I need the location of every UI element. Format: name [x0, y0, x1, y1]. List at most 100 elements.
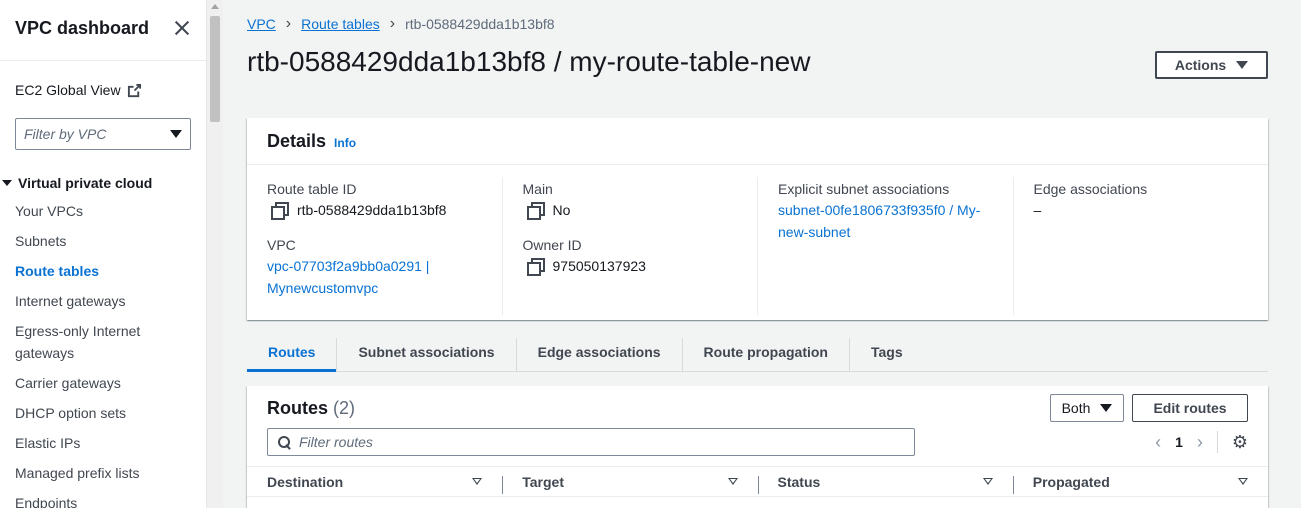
sidebar-divider — [0, 60, 206, 61]
column-header-target[interactable]: Target — [502, 473, 757, 494]
routes-actions: Both Edit routes — [1050, 394, 1248, 422]
column-header-label: Target — [522, 473, 564, 490]
column-header-label: Propagated — [1032, 473, 1110, 490]
details-col-3: Explicit subnet associations subnet-00fe… — [757, 177, 1013, 315]
details-col-1: Route table ID rtb-0588429dda1b13bf8 VPC… — [247, 177, 502, 315]
chevron-down-icon — [170, 130, 182, 138]
scroll-up-icon[interactable] — [211, 4, 219, 9]
routes-header: Routes (2) Both Edit routes — [247, 386, 1268, 422]
explicit-subnet-label: Explicit subnet associations — [778, 181, 950, 197]
details-col-2: Main No Owner ID 975050137923 — [501, 177, 758, 315]
sidebar-item-route-tables[interactable]: Route tables — [15, 260, 191, 282]
caret-down-icon — [2, 180, 12, 186]
pagination: ‹ 1 › ⚙ — [1155, 431, 1248, 453]
routes-count: (2) — [333, 397, 356, 418]
explicit-subnet-link[interactable]: subnet-00fe1806733f935f0 / My-new-subnet — [778, 202, 980, 240]
sort-icon[interactable] — [727, 478, 738, 485]
edge-label: Edge associations — [1033, 181, 1148, 197]
tab-tags[interactable]: Tags — [848, 338, 924, 371]
sidebar-item-subnets[interactable]: Subnets — [15, 230, 191, 252]
filter-routes-input[interactable]: Filter routes — [267, 428, 915, 456]
main-content: VPC › Route tables › rtb-0588429dda1b13b… — [223, 0, 1301, 508]
sidebar-item-endpoints[interactable]: Endpoints — [15, 492, 191, 508]
main-label: Main — [522, 181, 553, 197]
route-table-id-text: rtb-0588429dda1b13bf8 — [297, 202, 447, 218]
sidebar-item-elastic-ips[interactable]: Elastic IPs — [15, 432, 191, 454]
vpc-filter-select[interactable]: Filter by VPC — [15, 118, 191, 150]
copy-icon[interactable] — [271, 202, 289, 220]
vpc-filter-placeholder: Filter by VPC — [24, 126, 107, 142]
sidebar-item-your-vpcs[interactable]: Your VPCs — [15, 200, 191, 222]
copy-icon[interactable] — [526, 258, 545, 276]
caret-down-icon — [1236, 61, 1249, 69]
vpc-link[interactable]: vpc-07703f2a9bb0a0291 | Mynewcustomvpc — [267, 258, 429, 296]
routes-title-text: Routes — [267, 397, 329, 418]
explicit-subnet-field: Explicit subnet associations subnet-00fe… — [778, 179, 993, 243]
page-number[interactable]: 1 — [1175, 434, 1183, 450]
route-filter-select[interactable]: Both — [1050, 394, 1124, 422]
tab-subnet-associations[interactable]: Subnet associations — [336, 338, 515, 371]
breadcrumb-current: rtb-0588429dda1b13bf8 — [405, 16, 555, 32]
sidebar-item-internet-gateways[interactable]: Internet gateways — [15, 290, 191, 312]
sidebar-section-vpc[interactable]: Virtual private cloud — [0, 175, 206, 191]
routes-title: Routes (2) — [267, 398, 355, 419]
pager-divider — [1216, 431, 1218, 453]
sidebar-header: VPC dashboard — [0, 0, 206, 56]
main-text: No — [552, 202, 571, 218]
tab-route-propagation[interactable]: Route propagation — [681, 338, 849, 371]
route-table-id-label: Route table ID — [267, 181, 357, 197]
sort-icon[interactable] — [472, 478, 483, 485]
breadcrumb: VPC › Route tables › rtb-0588429dda1b13b… — [247, 15, 555, 33]
close-icon[interactable] — [173, 19, 191, 37]
actions-label: Actions — [1174, 57, 1227, 73]
scroll-thumb[interactable] — [210, 16, 220, 122]
sidebar-item-carrier-gateways[interactable]: Carrier gateways — [15, 372, 191, 394]
sidebar-item-egress-only-internet-gateways[interactable]: Egress-only Internet gateways — [15, 320, 191, 364]
route-table-id-value: rtb-0588429dda1b13bf8 — [267, 199, 482, 221]
main-field: Main No — [523, 179, 738, 221]
sidebar-item-dhcp-option-sets[interactable]: DHCP option sets — [15, 402, 191, 424]
search-icon — [278, 435, 291, 449]
details-panel: Details Info Route table ID rtb-0588429d… — [247, 118, 1268, 320]
chevron-right-icon: › — [285, 15, 292, 32]
ec2-global-view-label[interactable]: EC2 Global View — [15, 82, 121, 98]
route-filter-value: Both — [1061, 400, 1091, 416]
chevron-right-icon[interactable]: › — [1197, 432, 1203, 453]
details-grid: Route table ID rtb-0588429dda1b13bf8 VPC… — [247, 165, 1268, 315]
ec2-global-view-link[interactable]: EC2 Global View — [0, 82, 206, 98]
chevron-left-icon[interactable]: ‹ — [1155, 432, 1161, 453]
sidebar-item-managed-prefix-lists[interactable]: Managed prefix lists — [15, 462, 191, 484]
details-info-link[interactable]: Info — [334, 136, 356, 150]
column-header-destination[interactable]: Destination — [247, 474, 502, 490]
sort-icon[interactable] — [982, 478, 993, 485]
gear-icon[interactable]: ⚙ — [1232, 432, 1248, 453]
tab-edge-associations[interactable]: Edge associations — [515, 338, 682, 371]
tab-routes[interactable]: Routes — [247, 338, 337, 372]
chevron-right-icon: › — [389, 15, 396, 32]
caret-down-icon — [1100, 404, 1113, 412]
actions-button[interactable]: Actions — [1155, 51, 1268, 79]
details-header: Details Info — [247, 118, 1268, 165]
edit-routes-button[interactable]: Edit routes — [1132, 394, 1248, 422]
details-title: Details — [267, 130, 327, 151]
column-header-status[interactable]: Status — [757, 474, 1013, 494]
breadcrumb-vpc[interactable]: VPC — [247, 16, 276, 32]
routes-panel: Routes (2) Both Edit routes Filter route… — [247, 386, 1268, 508]
sidebar-title[interactable]: VPC dashboard — [15, 18, 149, 39]
column-header-propagated[interactable]: Propagated — [1012, 473, 1268, 494]
sidebar: VPC dashboard EC2 Global View Filter by … — [0, 0, 206, 508]
tab-bar: Routes Subnet associations Edge associatio… — [247, 338, 1268, 372]
filter-routes-placeholder: Filter routes — [299, 434, 373, 450]
breadcrumb-route-tables[interactable]: Route tables — [301, 16, 380, 32]
vpc-field: VPC vpc-07703f2a9bb0a0291 | Mynewcustomv… — [267, 235, 482, 299]
sidebar-scrollbar[interactable] — [206, 0, 223, 508]
edge-value: – — [1033, 202, 1042, 218]
edge-field: Edge associations – — [1034, 179, 1249, 221]
main-value: No — [523, 199, 738, 221]
page-title: rtb-0588429dda1b13bf8 / my-route-table-n… — [247, 46, 811, 77]
copy-icon[interactable] — [526, 202, 545, 220]
sort-icon[interactable] — [1238, 478, 1248, 485]
routes-table-header: Destination Target Status Propagated — [247, 466, 1268, 497]
owner-label: Owner ID — [522, 237, 582, 253]
owner-text: 975050137923 — [552, 258, 646, 274]
